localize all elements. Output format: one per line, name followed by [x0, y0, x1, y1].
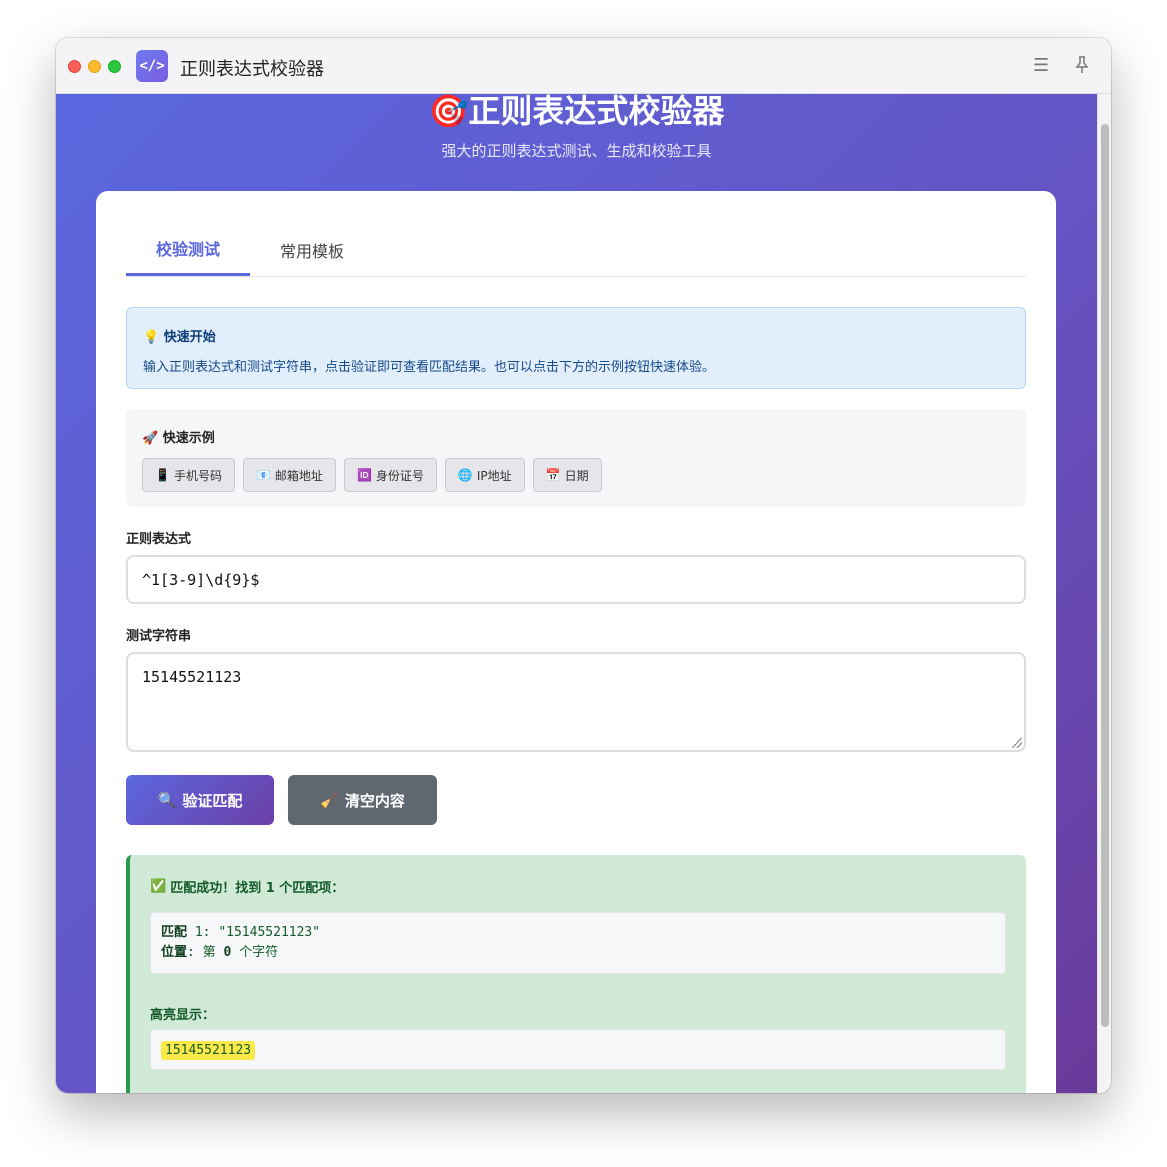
test-string-value: 15145521123 — [142, 668, 242, 686]
example-phone-button[interactable]: 📱 手机号码 — [142, 458, 235, 492]
pin-icon[interactable] — [1073, 55, 1091, 75]
position-value: 0 — [223, 945, 232, 960]
tab-validate[interactable]: 校验测试 — [126, 223, 250, 276]
test-string-textarea[interactable]: 15145521123 — [126, 652, 1026, 752]
code-brackets-icon: </> — [136, 50, 168, 82]
quick-start-title-text: 快速开始 — [163, 330, 216, 345]
match-details: 匹配 1: "15145521123" 位置: 第 0 个字符 — [150, 912, 1006, 974]
highlight-label: 高亮显示： — [150, 1008, 216, 1023]
title-bar: </> 正则表达式校验器 ☰ — [56, 38, 1111, 94]
match-index: 1 — [194, 925, 203, 940]
verify-button-label: 验证匹配 — [182, 791, 243, 810]
main-card: 校验测试 常用模板 💡 快速开始 输入正则表达式和测试字符串，点击验证即可查看匹… — [96, 191, 1056, 1093]
example-date-button[interactable]: 📅 日期 — [532, 458, 602, 492]
resize-handle[interactable] — [1012, 738, 1022, 748]
regex-label: 正则表达式 — [126, 532, 192, 547]
tab-templates[interactable]: 常用模板 — [250, 223, 374, 276]
mobile-phone-icon: 📱 — [155, 468, 170, 482]
lightbulb-icon: 💡 — [143, 330, 160, 345]
example-email-button[interactable]: 📧 邮箱地址 — [242, 458, 336, 492]
example-email-label: 邮箱地址 — [274, 468, 323, 483]
example-buttons: 📱 手机号码 📧 邮箱地址 🆔 身份证号 🌐 IP地址 📅 日期 — [142, 458, 1010, 492]
match-label: 匹配 — [161, 925, 188, 940]
check-mark-icon: ✅ — [150, 879, 167, 894]
page-title-text: 正则表达式校验器 — [468, 94, 725, 130]
rocket-icon: 🚀 — [142, 431, 159, 446]
minimize-window-button[interactable] — [88, 60, 101, 73]
id-icon: 🆔 — [356, 468, 372, 482]
email-icon: 📧 — [255, 468, 271, 482]
example-ip-button[interactable]: 🌐 IP地址 — [444, 458, 525, 492]
menu-icon[interactable]: ☰ — [1033, 55, 1049, 76]
position-suffix: 个字符 — [239, 945, 279, 960]
zoom-window-button[interactable] — [108, 60, 121, 73]
window-title: 正则表达式校验器 — [180, 59, 324, 80]
example-phone-label: 手机号码 — [173, 468, 222, 483]
vertical-scrollbar[interactable] — [1097, 94, 1111, 1093]
calendar-icon: 📅 — [545, 468, 561, 482]
page-viewport: 🎯正则表达式校验器 强大的正则表达式测试、生成和校验工具 校验测试 常用模板 💡… — [56, 94, 1097, 1093]
regex-input[interactable]: ^1[3-9]\d{9}$ — [126, 555, 1026, 604]
result-title-text: 匹配成功！找到 1 个匹配项： — [170, 881, 345, 896]
verify-button[interactable]: 🔍 验证匹配 — [126, 775, 274, 825]
page-title: 🎯正则表达式校验器 — [56, 94, 1097, 132]
match-value: "15145521123" — [218, 925, 321, 940]
highlight-box: 15145521123 — [150, 1029, 1006, 1070]
tab-bar: 校验测试 常用模板 — [126, 223, 1026, 277]
quick-examples-title: 🚀 快速示例 — [142, 427, 1010, 446]
page-subtitle: 强大的正则表达式测试、生成和校验工具 — [441, 142, 712, 160]
match-result-panel: ✅ 匹配成功！找到 1 个匹配项： 匹配 1: "15145521123" 位置:… — [126, 855, 1026, 1093]
quick-start-alert: 💡 快速开始 输入正则表达式和测试字符串，点击验证即可查看匹配结果。也可以点击下… — [126, 307, 1026, 389]
position-line: 位置: 第 0 个字符 — [161, 945, 279, 960]
target-icon: 🎯 — [428, 94, 469, 130]
test-string-label: 测试字符串 — [126, 629, 192, 644]
highlighted-match: 15145521123 — [161, 1041, 256, 1060]
quick-examples-panel: 🚀 快速示例 📱 手机号码 📧 邮箱地址 🆔 身份证号 🌐 IP地址 📅 日期 — [126, 409, 1026, 507]
position-prefix: 第 — [202, 945, 216, 960]
globe-icon: 🌐 — [457, 468, 473, 482]
example-id-card-label: 身份证号 — [375, 468, 424, 483]
clear-button[interactable]: 🧹 清空内容 — [288, 775, 437, 825]
result-title: ✅ 匹配成功！找到 1 个匹配项： — [150, 877, 1006, 896]
example-date-label: 日期 — [564, 468, 589, 483]
clear-button-label: 清空内容 — [344, 791, 405, 810]
position-label: 位置 — [161, 945, 188, 960]
app-window: </> 正则表达式校验器 ☰ 🎯正则表达式校验器 强大的正则表达式测试、生成和校… — [56, 38, 1111, 1093]
example-id-card-button[interactable]: 🆔 身份证号 — [343, 458, 437, 492]
scrollbar-thumb[interactable] — [1101, 124, 1109, 1027]
magnifier-icon: 🔍 — [157, 791, 177, 809]
quick-start-text: 输入正则表达式和测试字符串，点击验证即可查看匹配结果。也可以点击下方的示例按钮快… — [143, 360, 716, 375]
quick-examples-title-text: 快速示例 — [162, 431, 215, 446]
broom-icon: 🧹 — [320, 791, 339, 809]
example-ip-label: IP地址 — [476, 468, 512, 483]
quick-start-title: 💡 快速开始 — [143, 326, 1009, 345]
match-line: 匹配 1: "15145521123" — [161, 925, 321, 940]
close-window-button[interactable] — [68, 60, 81, 73]
